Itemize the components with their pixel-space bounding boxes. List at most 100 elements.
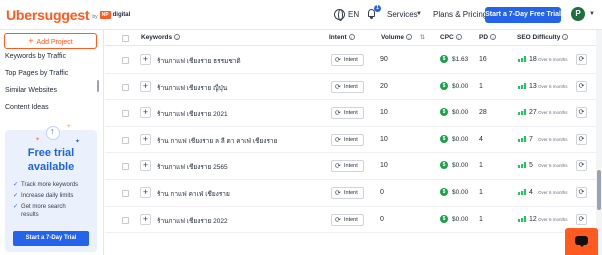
intent-button[interactable]: ⟳ Intent (331, 213, 364, 226)
info-icon: i (348, 34, 355, 40)
sidebar: + Add Project Keywords by Traffic Top Pag… (0, 30, 104, 255)
keyword-text[interactable]: ร้านกาแฟ เชียงราย ญี่ปุ่น (157, 83, 227, 93)
row-checkbox[interactable] (122, 163, 129, 171)
seo-difficulty-value: 13 (529, 82, 537, 90)
trial-feature: ✓ Track more keywords (13, 182, 79, 188)
bar-chart-icon (518, 56, 526, 62)
volume-value: 10 (380, 135, 388, 143)
page-scrollbar-thumb[interactable] (597, 170, 601, 210)
page-scrollbar[interactable] (596, 30, 602, 255)
check-icon: ✓ (13, 204, 19, 210)
row-checkbox[interactable] (122, 83, 129, 91)
updated-text: Over 6 months (538, 83, 568, 89)
logo-text: Ubersuggest (6, 7, 90, 23)
check-icon: ✓ (13, 193, 19, 199)
add-keyword-button[interactable]: + (140, 160, 151, 172)
dollar-icon: $ (440, 108, 448, 117)
plans-pricing-link[interactable]: Plans & Pricing (433, 10, 487, 19)
info-icon: i (406, 34, 412, 40)
sort-icon[interactable]: ⇅ (420, 34, 425, 41)
refresh-button[interactable]: ⟳ (576, 160, 587, 172)
sidebar-scrollbar[interactable] (97, 80, 99, 92)
row-checkbox[interactable] (122, 110, 129, 118)
sidebar-item-keywords-by-traffic[interactable]: Keywords by Traffic (5, 53, 66, 60)
updated-text: Over 6 months (538, 136, 568, 142)
intent-button[interactable]: ⟳ Intent (331, 187, 364, 199)
trial-feature-cont: results (21, 212, 39, 218)
col-intent[interactable]: Intent i (329, 34, 355, 41)
logo[interactable]: Ubersuggest by NP digital (6, 7, 130, 23)
volume-value: 0 (380, 215, 384, 223)
updated-text: Over 6 months (538, 163, 568, 169)
bar-chart-icon (518, 215, 526, 222)
arrow-up-icon (46, 126, 60, 140)
add-keyword-button[interactable]: + (140, 213, 151, 225)
refresh-button[interactable]: ⟳ (576, 187, 587, 198)
trial-title-line2: available (27, 161, 75, 173)
start-trial-button[interactable]: Start a 7-Day Free Trial (485, 7, 561, 23)
keyword-text[interactable]: ร้าน กาแฟ คาเฟ่ เชียงราย (157, 189, 230, 199)
sparkle-icon: ✦ (75, 139, 81, 145)
add-keyword-button[interactable]: + (140, 187, 151, 198)
keyword-table: Keywords i Intent i Volume i ⇅ CPC i PD i SEO… (105, 30, 602, 255)
chat-widget-button[interactable] (565, 228, 598, 255)
sidebar-item-top-pages[interactable]: Top Pages by Traffic (5, 70, 68, 77)
updated-text: Over 6 months (538, 57, 568, 62)
bar-chart-icon (518, 109, 526, 116)
add-keyword-button[interactable]: + (140, 80, 151, 92)
bar-chart-icon (518, 162, 526, 169)
refresh-button[interactable]: ⟳ (576, 213, 587, 225)
start-trial-sidebar-button[interactable]: Start a 7-Day Trial (13, 231, 89, 246)
globe-icon[interactable] (334, 9, 345, 21)
chat-icon (575, 236, 588, 247)
refresh-button[interactable]: ⟳ (576, 54, 587, 65)
check-icon: ✓ (13, 182, 19, 188)
col-pd[interactable]: PD i (479, 34, 497, 41)
add-keyword-button[interactable]: + (140, 107, 151, 119)
pd-value: 1 (479, 162, 483, 170)
seo-difficulty-value: 5 (529, 162, 533, 170)
col-cpc[interactable]: CPC i (440, 34, 462, 41)
intent-button[interactable]: ⟳ Intent (331, 80, 364, 93)
cpc-value: $0.00 (452, 189, 469, 196)
col-keywords[interactable]: Keywords i (141, 34, 181, 41)
info-icon: i (562, 34, 569, 40)
intent-button[interactable]: ⟳ Intent (331, 54, 364, 66)
volume-value: 10 (380, 162, 388, 170)
sidebar-item-content-ideas[interactable]: Content Ideas (5, 104, 49, 111)
col-seo-difficulty[interactable]: SEO Difficulty i (517, 34, 569, 41)
row-checkbox[interactable] (122, 190, 129, 197)
table-row: + ร้านกาแฟ เชียงราย 2565 ⟳ Intent 10 $ $0.00 1 5… (105, 153, 597, 180)
select-all-checkbox[interactable] (122, 35, 129, 42)
keyword-text[interactable]: ร้านกาแฟ เชียงราย 2022 (157, 216, 228, 226)
refresh-button[interactable]: ⟳ (576, 80, 587, 92)
row-checkbox[interactable] (122, 216, 129, 224)
cpc-value: $0.00 (452, 135, 469, 143)
intent-button[interactable]: ⟳ Intent (331, 107, 364, 120)
sidebar-item-similar-websites[interactable]: Similar Websites (5, 87, 57, 94)
intent-button[interactable]: ⟳ Intent (331, 133, 364, 146)
col-volume[interactable]: Volume i (381, 34, 412, 41)
row-checkbox[interactable] (122, 136, 129, 144)
seo-difficulty-value: 4 (529, 189, 533, 196)
dollar-icon: $ (440, 214, 448, 223)
keyword-text[interactable]: ร้านกาแฟ เชียงราย 2565 (157, 162, 228, 172)
cpc-value: $0.00 (452, 109, 469, 117)
keyword-text[interactable]: ร้านกาแฟ เชียงราย 2021 (157, 109, 228, 119)
info-icon: i (455, 34, 462, 40)
refresh-icon: ⟳ (335, 110, 341, 118)
keyword-text[interactable]: ร้าน กาแฟ เชียงราย ล ลี ตา คาเฟ่ เชียงรา… (157, 136, 277, 146)
language-selector[interactable]: EN (348, 10, 359, 19)
refresh-button[interactable]: ⟳ (576, 133, 587, 145)
add-keyword-button[interactable]: + (140, 133, 151, 145)
services-menu[interactable]: Services (387, 10, 418, 19)
refresh-button[interactable]: ⟳ (576, 107, 587, 119)
row-checkbox[interactable] (122, 57, 129, 64)
intent-button[interactable]: ⟳ Intent (331, 160, 364, 173)
add-project-button[interactable]: + Add Project (4, 33, 97, 49)
trial-title: Free trial (27, 147, 75, 159)
avatar[interactable]: P (571, 7, 585, 21)
add-keyword-button[interactable]: + (140, 54, 151, 65)
chevron-down-icon[interactable]: ▼ (589, 11, 595, 17)
keyword-text[interactable]: ร้านกาแฟ เชียงราย ธรรมชาติ (157, 56, 241, 66)
